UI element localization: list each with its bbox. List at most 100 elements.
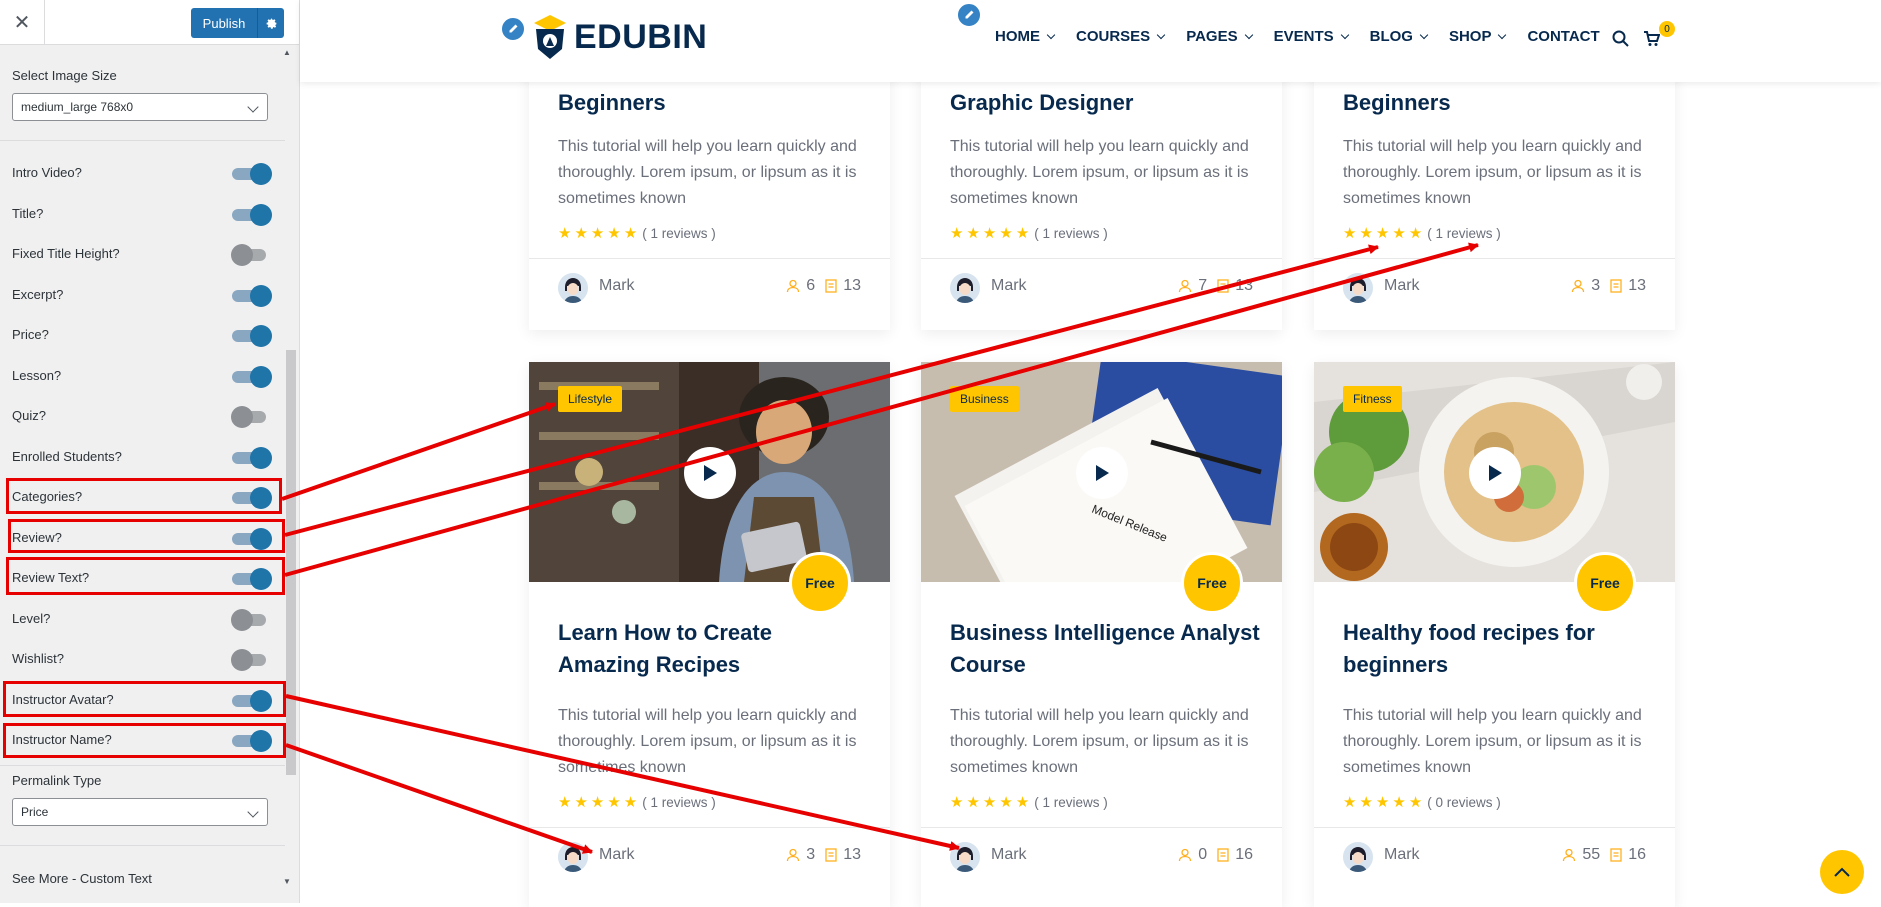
instructor-avatar[interactable] <box>558 273 588 303</box>
toggle-switch[interactable] <box>231 649 272 671</box>
cart-icon[interactable] <box>1643 30 1661 52</box>
review-stars: ★ ★ ★ ★ ★( 0 reviews ) <box>1343 793 1501 811</box>
instructor-avatar[interactable] <box>1343 273 1373 303</box>
toggle-switch[interactable] <box>231 609 272 631</box>
instructor-avatar[interactable] <box>950 842 980 872</box>
course-excerpt: This tutorial will help you learn quickl… <box>558 138 857 207</box>
toggle-row: Quiz? <box>0 396 285 436</box>
star-icon: ★ <box>1375 224 1390 242</box>
toggle-switch[interactable] <box>232 325 272 347</box>
toggle-knob <box>231 609 253 631</box>
toggle-switch[interactable] <box>232 447 272 469</box>
permalink-type-label: Permalink Type <box>12 773 102 788</box>
course-title[interactable]: Healthy food recipes for beginners <box>1343 617 1653 681</box>
course-title[interactable]: Business Intelligence Analyst Course <box>950 617 1260 681</box>
toggle-switch[interactable] <box>232 163 272 185</box>
image-size-select[interactable]: medium_large 768x0 <box>12 93 268 121</box>
see-more-section-label[interactable]: See More - Custom Text <box>12 871 152 886</box>
toggle-knob <box>231 406 253 428</box>
category-badge[interactable]: Business <box>950 386 1019 412</box>
close-icon[interactable]: ✕ <box>0 0 45 44</box>
review-count-text: ( 1 reviews ) <box>642 794 716 810</box>
star-icon: ★ <box>574 793 588 811</box>
course-title[interactable]: Graphic Designer <box>950 87 1260 119</box>
chevron-down-icon <box>247 101 259 113</box>
scroll-down-arrow-icon[interactable]: ▼ <box>283 877 291 886</box>
toggle-switch[interactable] <box>232 204 272 226</box>
nav-item-label: COURSES <box>1076 28 1151 45</box>
course-card[interactable]: Model Release Business Free Business Intell… <box>921 362 1282 907</box>
instructor-avatar[interactable] <box>950 273 980 303</box>
instructor-name[interactable]: Mark <box>1384 846 1420 864</box>
instructor-name[interactable]: Mark <box>991 846 1027 864</box>
search-icon[interactable] <box>1612 30 1629 52</box>
toggle-switch[interactable] <box>232 366 272 388</box>
course-card[interactable]: Fitness Free Healthy food recipes for begi… <box>1314 362 1675 907</box>
nav-item-blog[interactable]: BLOG <box>1370 28 1429 45</box>
instructor-name[interactable]: Mark <box>991 277 1027 295</box>
nav-item-events[interactable]: EVENTS <box>1273 28 1349 45</box>
toggle-label: Intro Video? <box>12 165 82 180</box>
instructor-name[interactable]: Mark <box>599 277 635 295</box>
course-excerpt: This tutorial will help you learn quickl… <box>1343 138 1642 207</box>
customizer-header: ✕ Publish <box>0 0 299 45</box>
star-icon: ★ <box>1359 224 1373 242</box>
instructor-name[interactable]: Mark <box>1384 277 1420 295</box>
toggle-label: Title? <box>12 206 44 221</box>
edit-pencil-icon[interactable] <box>500 16 526 42</box>
nav-item-label: SHOP <box>1448 28 1492 45</box>
nav-item-courses[interactable]: COURSES <box>1076 28 1166 45</box>
students-icon <box>1561 279 1591 293</box>
instructor-avatar[interactable] <box>558 842 588 872</box>
edit-pencil-icon[interactable] <box>956 2 982 28</box>
scroll-up-arrow-icon[interactable]: ▲ <box>283 48 291 57</box>
students-icon <box>1168 848 1198 862</box>
category-badge[interactable]: Lifestyle <box>558 386 623 412</box>
lessons-count: 16 <box>1235 846 1253 863</box>
permalink-type-select[interactable]: Price <box>12 798 268 826</box>
site-logo[interactable]: EDUBIN <box>530 13 707 61</box>
star-icon: ★ <box>558 224 572 242</box>
nav-item-label: PAGES <box>1186 28 1238 45</box>
publish-button-label[interactable]: Publish <box>191 8 258 38</box>
play-video-button[interactable] <box>1469 447 1521 499</box>
instructor-name[interactable]: Mark <box>599 846 635 864</box>
toggle-label: Wishlist? <box>12 651 65 666</box>
publish-button[interactable]: Publish <box>191 8 284 38</box>
play-icon <box>704 465 717 481</box>
toggle-switch[interactable] <box>231 406 272 428</box>
play-video-button[interactable] <box>1076 447 1128 499</box>
course-meta: 55 16 <box>1552 846 1646 864</box>
toggle-knob <box>231 244 253 266</box>
nav-item-pages[interactable]: PAGES <box>1186 28 1253 45</box>
star-icon: ★ <box>607 224 621 242</box>
star-icon: ★ <box>574 224 588 242</box>
course-meta: 3 13 <box>776 846 861 864</box>
nav-item-shop[interactable]: SHOP <box>1448 28 1507 45</box>
play-video-button[interactable] <box>684 447 736 499</box>
nav-item-label: EVENTS <box>1273 28 1334 45</box>
review-stars: ★ ★ ★ ★ ★( 1 reviews ) <box>558 793 716 811</box>
course-title[interactable]: Learn How to Create Amazing Recipes <box>558 617 868 681</box>
toggle-switch[interactable] <box>232 285 272 307</box>
divider <box>529 827 890 828</box>
nav-item-contact[interactable]: CONTACT <box>1527 28 1599 45</box>
nav-item-label: CONTACT <box>1527 28 1600 45</box>
category-badge[interactable]: Fitness <box>1343 386 1402 412</box>
toggle-switch[interactable] <box>231 244 272 266</box>
back-to-top-button[interactable] <box>1820 850 1864 894</box>
price-badge: Free <box>1181 552 1243 614</box>
sidebar-scrollbar[interactable] <box>286 350 296 775</box>
toggle-row: Lesson? <box>0 356 285 396</box>
divider <box>921 258 1282 259</box>
toggle-knob <box>250 285 272 307</box>
course-title[interactable]: Beginners <box>558 87 868 119</box>
nav-item-home[interactable]: HOME <box>995 28 1056 45</box>
instructor-avatar[interactable] <box>1343 842 1373 872</box>
course-card[interactable]: Lifestyle Free Learn How to Create Amazing… <box>529 362 890 907</box>
course-title[interactable]: Beginners <box>1343 87 1653 119</box>
chevron-down-icon <box>247 806 259 818</box>
students-icon <box>776 848 806 862</box>
star-icon: ★ <box>982 793 997 811</box>
gear-icon[interactable] <box>258 8 284 38</box>
